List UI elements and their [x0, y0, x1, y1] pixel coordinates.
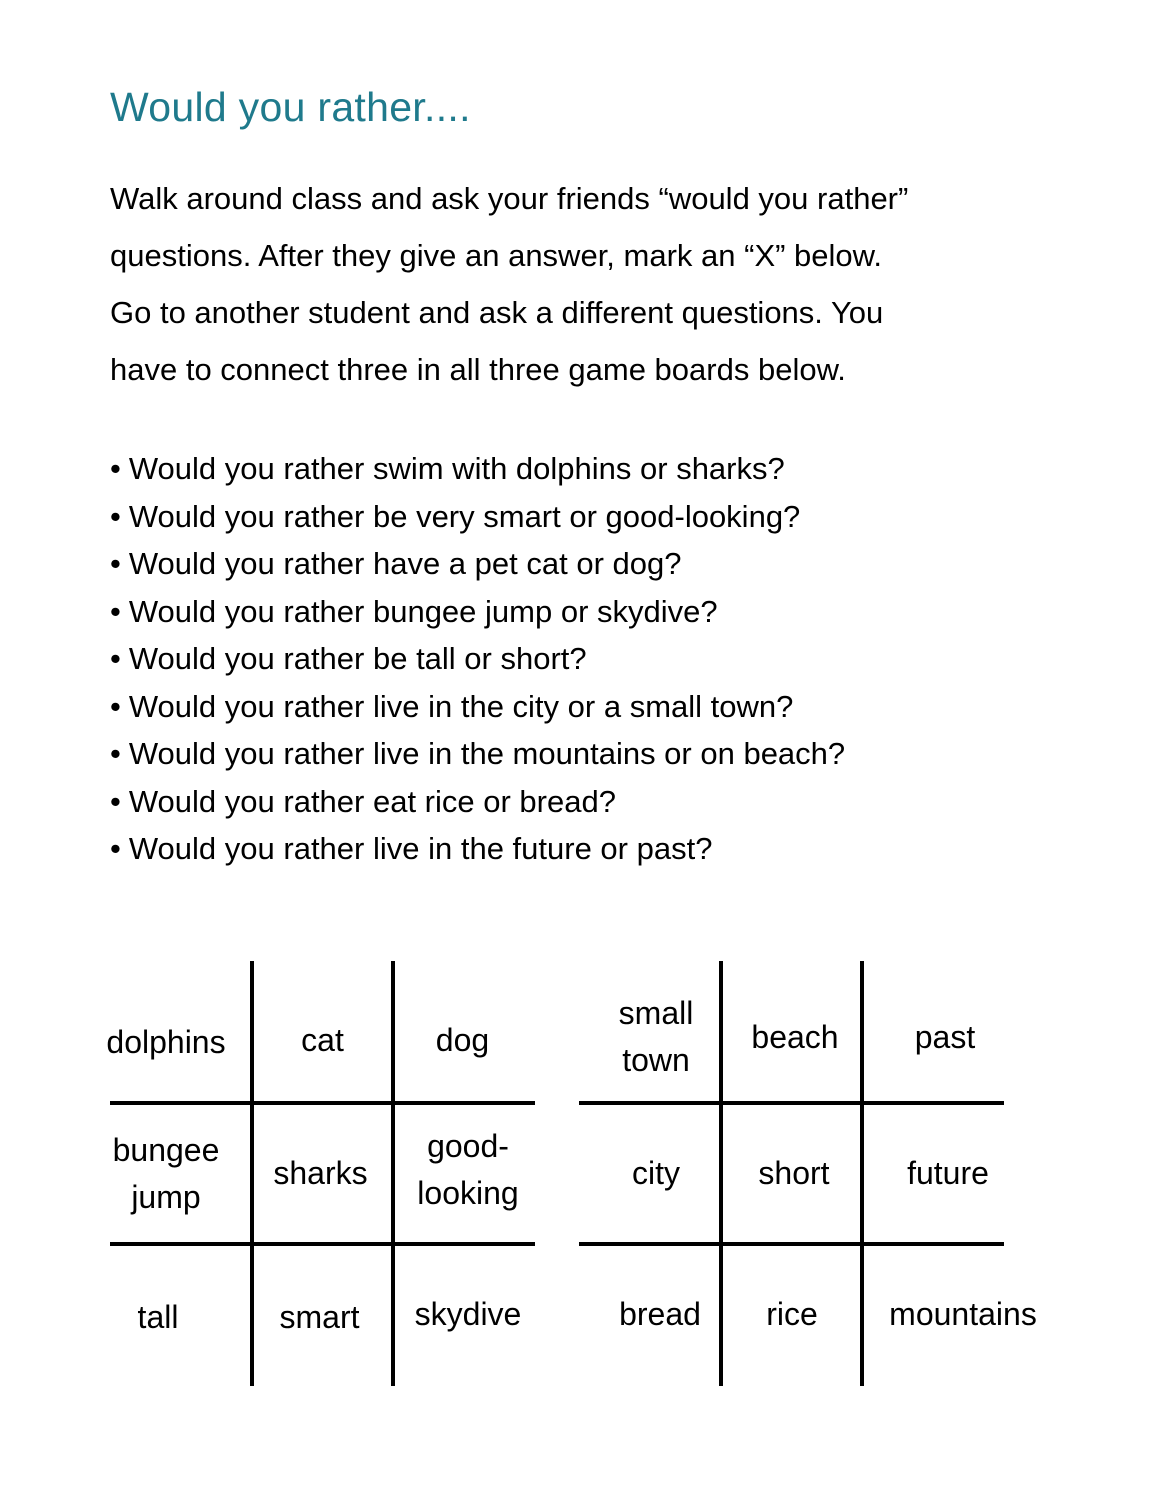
bullet-icon: •	[110, 783, 121, 819]
instructions-line: questions. After they give an answer, ma…	[110, 238, 882, 273]
instructions-line: have to connect three in all three game …	[110, 352, 846, 387]
question-text: Would you rather be very smart or good-l…	[128, 498, 801, 534]
question-item: • Would you rather eat rice or bread?	[110, 778, 845, 826]
board-cell[interactable]: small town	[586, 990, 726, 1084]
board-cell[interactable]: tall	[90, 1294, 226, 1341]
question-text: Would you rather live in the future or p…	[128, 831, 713, 866]
instructions: Walk around class and ask your friends “…	[110, 170, 1110, 398]
question-item: • Would you rather be tall or short?	[110, 635, 845, 683]
board-cell[interactable]: dolphins	[90, 1019, 242, 1066]
board-cell[interactable]: future	[864, 1150, 1032, 1197]
board-cell[interactable]: short	[723, 1150, 865, 1197]
bullet-icon: •	[110, 641, 121, 676]
board-cell[interactable]: past	[864, 1014, 1026, 1061]
board-cell[interactable]: sharks	[254, 1150, 387, 1197]
board-cell[interactable]: bread	[600, 1291, 720, 1338]
question-text: Would you rather eat rice or bread?	[128, 783, 616, 819]
question-item: • Would you rather live in the future or …	[110, 825, 845, 873]
question-item: • Would you rather bungee jump or skydive…	[110, 588, 845, 636]
question-text: Would you rather have a pet cat or dog?	[128, 546, 682, 581]
grid-line-horizontal	[579, 1101, 1004, 1105]
instructions-line: Walk around class and ask your friends “…	[110, 181, 909, 216]
question-item: • Would you rather live in the city or a …	[110, 683, 845, 731]
question-item: • Would you rather live in the mountains …	[110, 730, 845, 778]
board-cell[interactable]: beach	[723, 1014, 867, 1061]
question-item: • Would you rather have a pet cat or dog?	[110, 540, 845, 588]
question-list: • Would you rather swim with dolphins or …	[110, 445, 845, 873]
page-title: Would you rather....	[110, 84, 471, 130]
board-cell[interactable]: city	[586, 1150, 726, 1197]
bullet-icon: •	[110, 688, 121, 724]
board-cell[interactable]: mountains	[866, 1291, 1060, 1338]
grid-line-horizontal	[110, 1242, 535, 1246]
question-text: Would you rather live in the city or a s…	[128, 688, 794, 724]
bullet-icon: •	[110, 498, 121, 534]
question-text: Would you rather swim with dolphins or s…	[128, 451, 785, 486]
bullet-icon: •	[110, 593, 121, 629]
board-cell[interactable]: cat	[254, 1017, 391, 1064]
question-text: Would you rather bungee jump or skydive?	[128, 593, 718, 629]
instructions-line: Go to another student and ask a differen…	[110, 295, 884, 330]
bullet-icon: •	[110, 451, 121, 486]
grid-line-horizontal	[579, 1242, 1004, 1246]
board-cell[interactable]: good- looking	[397, 1123, 539, 1217]
board-cell[interactable]: smart	[254, 1294, 385, 1341]
grid-line-horizontal	[110, 1101, 535, 1105]
bullet-icon: •	[110, 546, 121, 581]
board-cell[interactable]: bungee jump	[90, 1127, 242, 1221]
question-text: Would you rather be tall or short?	[128, 641, 587, 676]
board-cell[interactable]: dog	[395, 1017, 530, 1064]
board-cell[interactable]: skydive	[397, 1291, 539, 1338]
question-text: Would you rather live in the mountains o…	[128, 736, 846, 771]
board-cell[interactable]: rice	[723, 1291, 861, 1338]
bullet-icon: •	[110, 736, 121, 771]
question-item: • Would you rather swim with dolphins or …	[110, 445, 845, 493]
bullet-icon: •	[110, 831, 121, 866]
question-item: • Would you rather be very smart or good-…	[110, 493, 845, 541]
